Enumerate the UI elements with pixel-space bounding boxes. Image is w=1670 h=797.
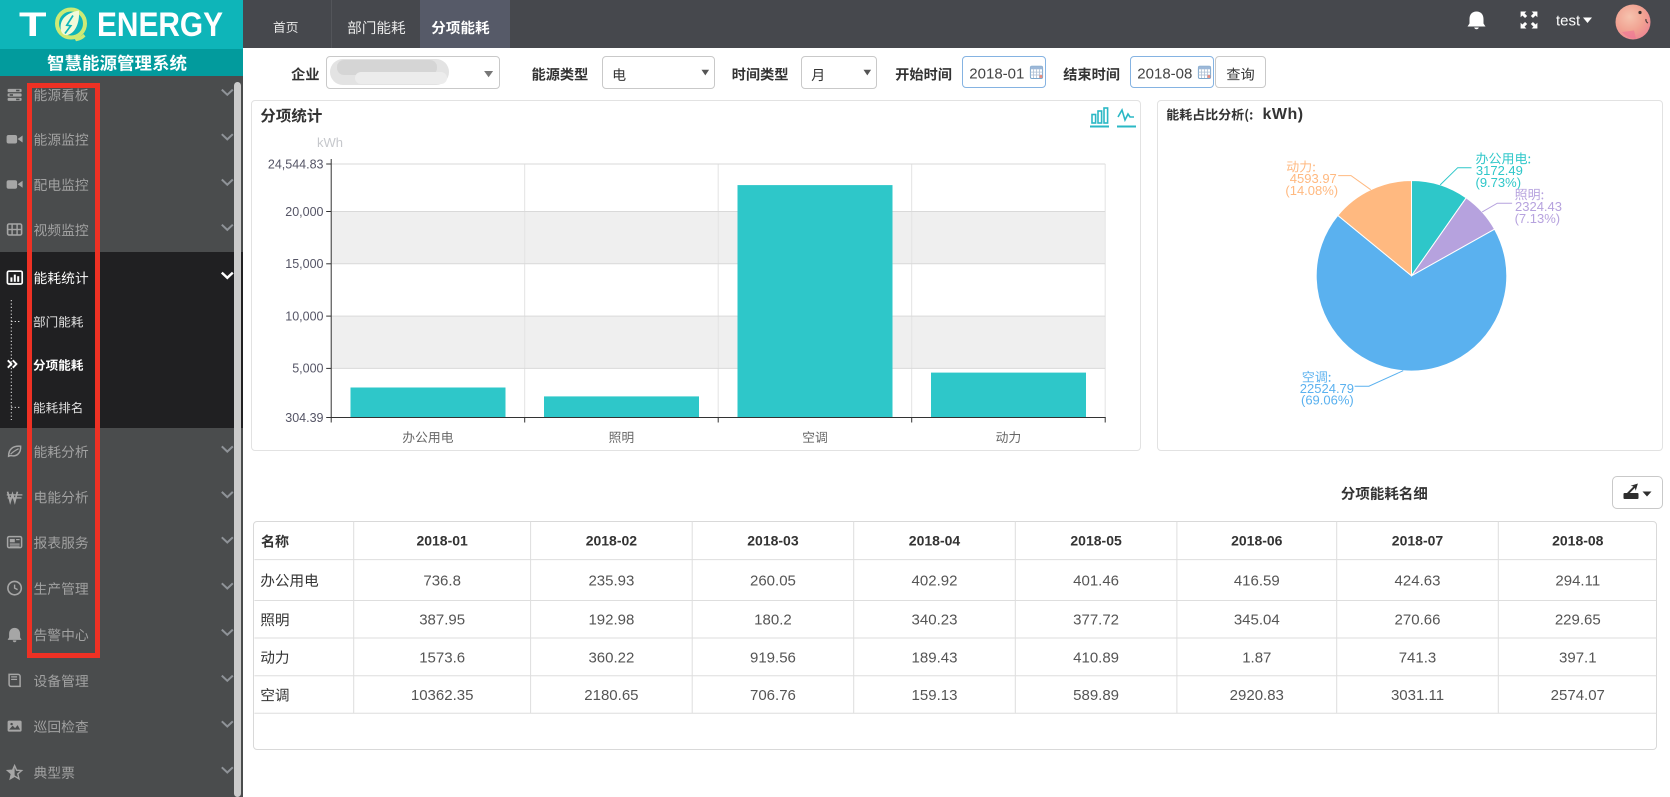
svg-text:741.3: 741.3 — [1399, 649, 1437, 666]
svg-text:2018-07: 2018-07 — [1392, 533, 1444, 549]
svg-text:ENERGY: ENERGY — [97, 6, 223, 44]
svg-text:589.89: 589.89 — [1073, 687, 1119, 704]
svg-text:(69.06%): (69.06%) — [1301, 392, 1354, 407]
svg-text:1573.6: 1573.6 — [419, 649, 465, 666]
svg-text:2574.07: 2574.07 — [1551, 687, 1605, 704]
svg-text:2920.83: 2920.83 — [1230, 687, 1284, 704]
svg-text:402.92: 402.92 — [912, 572, 958, 589]
svg-text:10362.35: 10362.35 — [411, 687, 474, 704]
svg-text:345.04: 345.04 — [1234, 612, 1280, 629]
svg-text:2018-02: 2018-02 — [586, 533, 638, 549]
svg-text:20,000: 20,000 — [285, 205, 323, 219]
svg-text:(14.08%): (14.08%) — [1285, 183, 1338, 198]
svg-text:192.98: 192.98 — [588, 612, 634, 629]
svg-text:401.46: 401.46 — [1073, 572, 1119, 589]
svg-text:340.23: 340.23 — [912, 612, 958, 629]
svg-text:2018-03: 2018-03 — [747, 533, 799, 549]
svg-text:3031.11: 3031.11 — [1391, 687, 1444, 704]
svg-text:2018-01: 2018-01 — [969, 66, 1024, 83]
svg-text:test: test — [1556, 13, 1581, 30]
svg-text:387.95: 387.95 — [419, 612, 465, 629]
svg-text:2018-08: 2018-08 — [1552, 533, 1604, 549]
svg-text:1.87: 1.87 — [1242, 649, 1271, 666]
svg-text:kWh): kWh) — [1263, 106, 1304, 123]
svg-text:397.1: 397.1 — [1559, 649, 1597, 666]
svg-text:15,000: 15,000 — [285, 257, 323, 271]
svg-text:270.66: 270.66 — [1395, 612, 1441, 629]
svg-text:2018-05: 2018-05 — [1070, 533, 1122, 549]
svg-text:304.39: 304.39 — [285, 411, 323, 425]
svg-text:294.11: 294.11 — [1555, 572, 1600, 589]
svg-text:(9.73%): (9.73%) — [1476, 175, 1522, 190]
svg-text:229.65: 229.65 — [1555, 612, 1601, 629]
svg-text:159.13: 159.13 — [912, 687, 958, 704]
svg-text:180.2: 180.2 — [754, 612, 792, 629]
svg-text:2018-06: 2018-06 — [1231, 533, 1283, 549]
svg-text:kWh: kWh — [317, 135, 343, 150]
svg-text:416.59: 416.59 — [1234, 572, 1280, 589]
svg-text:736.8: 736.8 — [423, 572, 461, 589]
svg-text:2180.65: 2180.65 — [584, 687, 638, 704]
svg-text:235.93: 235.93 — [588, 572, 634, 589]
svg-text:2018-04: 2018-04 — [909, 533, 961, 549]
svg-text:24,544.83: 24,544.83 — [268, 157, 324, 171]
svg-text:5,000: 5,000 — [292, 362, 323, 376]
svg-text:2018-08: 2018-08 — [1137, 66, 1192, 83]
svg-text:360.22: 360.22 — [588, 649, 634, 666]
svg-text:189.43: 189.43 — [912, 649, 958, 666]
svg-text:377.72: 377.72 — [1073, 612, 1119, 629]
svg-text:260.05: 260.05 — [750, 572, 796, 589]
svg-text:410.89: 410.89 — [1073, 649, 1119, 666]
svg-text:10,000: 10,000 — [285, 309, 323, 323]
svg-text:919.56: 919.56 — [750, 649, 796, 666]
svg-text:424.63: 424.63 — [1395, 572, 1441, 589]
svg-text:(7.13%): (7.13%) — [1515, 211, 1561, 226]
svg-text:T: T — [19, 6, 47, 44]
svg-text:706.76: 706.76 — [750, 687, 796, 704]
svg-text:2018-01: 2018-01 — [416, 533, 468, 549]
